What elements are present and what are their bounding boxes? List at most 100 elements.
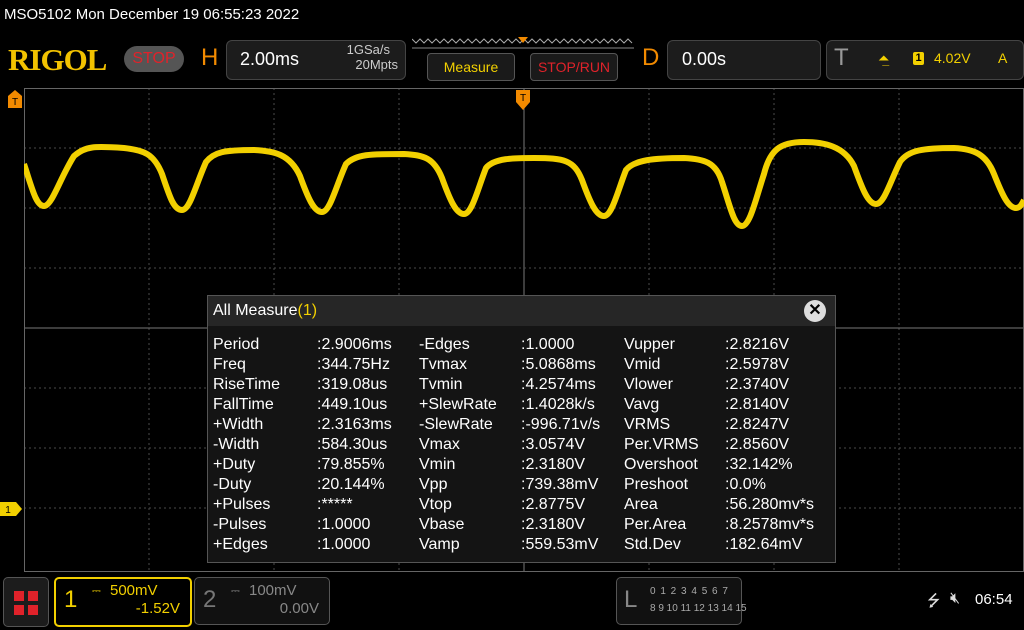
measure-value: :20.144% [317, 476, 385, 493]
channel1-scale: 500mV [110, 582, 158, 599]
measure-name: Vlower [624, 376, 673, 393]
dc-coupling-icon: ⎓ [231, 585, 240, 597]
measure-name: +Pulses [213, 496, 271, 513]
logic-channels-row2: 8 9 10 11 12 13 14 15 [650, 603, 747, 614]
measure-value: :1.0000 [521, 336, 575, 353]
measure-name: Tvmax [419, 356, 467, 373]
measure-name: -Pulses [213, 516, 267, 533]
measure-name: Preshoot [624, 476, 689, 493]
timebase-value: 2.00ms [240, 49, 300, 69]
measure-name: -Edges [419, 336, 470, 353]
measure-value: :4.2574ms [521, 376, 596, 393]
svg-text:T: T [12, 97, 18, 108]
measure-name: +Duty [213, 456, 256, 473]
close-icon[interactable]: ✕ [804, 300, 826, 322]
grid-menu-icon[interactable] [3, 577, 49, 627]
measure-name: Vbase [419, 516, 465, 533]
measure-value: :2.3740V [725, 376, 790, 393]
measure-name: +Edges [213, 536, 268, 553]
delay-value: 0.00s [682, 49, 727, 69]
channel2-scale: 100mV [249, 582, 297, 599]
measure-name: Tvmin [419, 376, 463, 393]
measure-name: Area [624, 496, 658, 513]
measure-value: :5.0868ms [521, 356, 596, 373]
stop-run-button[interactable]: STOP/RUN [530, 53, 618, 81]
memory-depth: 20Mpts [355, 57, 398, 72]
measure-name: RiseTime [213, 376, 280, 393]
trigger-coupling: A [998, 50, 1008, 66]
measure-value: :2.8216V [725, 336, 790, 353]
measure-name: Vmid [624, 356, 661, 373]
measure-value: :1.0000 [317, 516, 371, 533]
measure-value: :56.280mv*s [725, 496, 814, 513]
measure-name: -SlewRate [419, 416, 493, 433]
measure-title-bar[interactable]: All Measure(1) ✕ [208, 296, 835, 326]
measure-name: Std.Dev [624, 536, 681, 553]
dc-coupling-icon: ⎓ [92, 585, 101, 597]
rising-edge-icon: ⏶̲ [878, 50, 890, 66]
measure-value: :2.3180V [521, 456, 586, 473]
measure-value: :2.8140V [725, 396, 790, 413]
measure-name: Vmin [419, 456, 456, 473]
horizontal-label: H [201, 44, 219, 71]
trigger-position-icon[interactable]: T [516, 90, 530, 110]
timebase-reference-icon[interactable]: T [8, 90, 22, 108]
measure-name: Overshoot [624, 456, 698, 473]
measure-name: Vmax [419, 436, 460, 453]
trigger-source-badge: 1 [913, 52, 924, 65]
measure-value: :32.142% [725, 456, 793, 473]
measure-value: :2.8560V [725, 436, 790, 453]
measure-title: All Measure(1) [213, 302, 318, 319]
run-state-badge[interactable]: STOP [124, 46, 184, 72]
measure-value: :2.8775V [521, 496, 586, 513]
channel1-number: 1 [64, 586, 78, 613]
measure-button[interactable]: Measure [427, 53, 515, 81]
sample-rate: 1GSa/s [346, 42, 390, 57]
measure-name: Vtop [419, 496, 452, 513]
brand-logo: RIGOL [8, 42, 107, 77]
measure-value: :2.3163ms [317, 416, 392, 433]
measure-value: :344.75Hz [317, 356, 390, 373]
channel1-offset-marker[interactable]: 1 [0, 502, 22, 516]
measure-name: Period [213, 336, 260, 353]
measure-name: Per.VRMS [624, 436, 699, 453]
measure-value: :2.5978V [725, 356, 790, 373]
usb-icon[interactable]: ⭍ [927, 590, 940, 617]
memory-position-strip[interactable] [412, 37, 634, 49]
measure-name: -Duty [213, 476, 252, 493]
logic-channels-row1: 0 1 2 3 4 5 6 7 [650, 586, 729, 597]
measure-value: :319.08us [317, 376, 388, 393]
measure-name: VRMS [624, 416, 671, 433]
measure-value: :***** [317, 496, 353, 513]
measure-value: :-996.71v/s [521, 416, 601, 433]
channel2-number: 2 [203, 586, 217, 613]
all-measure-panel[interactable]: All Measure(1) ✕ Period:2.9006ms Freq:344… [207, 295, 836, 563]
measure-value: :449.10us [317, 396, 388, 413]
trigger-box[interactable] [826, 40, 1024, 80]
measure-value: :1.0000 [317, 536, 371, 553]
channel1-marker-label: 1 [5, 505, 11, 516]
logic-analyzer-label: L [624, 586, 638, 613]
channel2-offset: 0.00V [279, 600, 319, 617]
measure-value: :3.0574V [521, 436, 586, 453]
measure-name: Vavg [624, 396, 660, 413]
trigger-label: T [834, 44, 849, 71]
measure-value: :2.8247V [725, 416, 790, 433]
trigger-level: 4.02V [934, 50, 971, 66]
measure-value: :2.9006ms [317, 336, 392, 353]
measure-value: :559.53mV [521, 536, 599, 553]
measure-value: :1.4028k/s [521, 396, 595, 413]
speaker-muted-icon[interactable]: 🔇︎ [950, 590, 960, 608]
measure-value: :0.0% [725, 476, 766, 493]
measure-value: :8.2578mv*s [725, 516, 814, 533]
measure-name: Vupper [624, 336, 675, 353]
channel1-offset: -1.52V [135, 600, 180, 617]
measure-value: :739.38mV [521, 476, 599, 493]
measure-value: :182.64mV [725, 536, 803, 553]
measure-name: Vamp [419, 536, 460, 553]
measure-name: Per.Area [624, 516, 687, 533]
status-line: MSO5102 Mon December 19 06:55:23 2022 [4, 6, 300, 23]
measure-value: :79.855% [317, 456, 385, 473]
svg-text:T: T [520, 93, 526, 104]
measure-name: FallTime [213, 396, 274, 413]
